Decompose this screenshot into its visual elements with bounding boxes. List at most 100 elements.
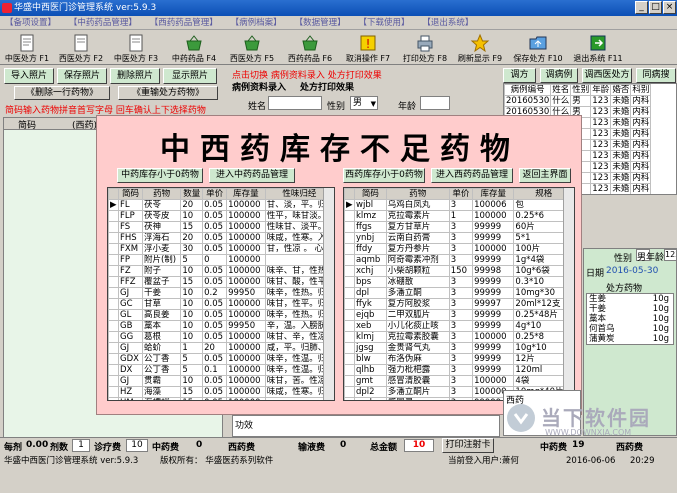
table-cell[interactable]: 0.05: [202, 309, 228, 321]
table-cell[interactable]: 100000: [226, 386, 266, 398]
west-drug-row[interactable]: klmz 克拉霉素片 1 100000 0.25*6: [344, 210, 574, 222]
west-drug-row[interactable]: klmj 克拉霉素胶囊 3 100000 0.25*8: [344, 331, 574, 343]
menu-chinese-drug[interactable]: 【中药药品管理】: [64, 16, 142, 30]
table-cell[interactable]: 100000: [226, 331, 266, 343]
menu-cases[interactable]: 【病例档案】: [226, 16, 287, 30]
table-cell[interactable]: GG: [118, 331, 143, 343]
table-cell[interactable]: 0.05: [202, 265, 228, 277]
tcm-drug-row[interactable]: GDX 公丁香 5 0.05 100000 味辛，性温。归: [108, 353, 334, 365]
table-cell[interactable]: 20: [180, 199, 204, 211]
table-cell[interactable]: 99999: [472, 353, 515, 365]
col-drug[interactable]: 药物: [385, 188, 450, 200]
table-cell[interactable]: 3: [448, 276, 474, 288]
table-cell[interactable]: 20: [180, 232, 204, 244]
table-cell[interactable]: 感冒清胶囊: [385, 375, 450, 387]
tcm-low-stock-grid[interactable]: 简码 药物 数量 单价 库存量 性味归经 ▶ FL 茯苓 20 0.05 100000 甘、…: [107, 187, 335, 401]
table-cell[interactable]: 内科: [630, 128, 652, 140]
table-cell[interactable]: 5: [180, 353, 204, 365]
table-cell[interactable]: 1: [448, 210, 474, 222]
col-married[interactable]: 婚否: [610, 84, 632, 96]
table-cell[interactable]: 未婚: [610, 117, 632, 129]
table-cell[interactable]: 内科: [630, 161, 652, 173]
table-cell[interactable]: 3: [448, 397, 474, 400]
table-cell[interactable]: bps: [354, 276, 387, 288]
tcm-low-stock-button[interactable]: 中药库存小于0药物: [117, 168, 203, 183]
table-cell[interactable]: 15: [180, 221, 204, 233]
table-cell[interactable]: klmj: [354, 331, 387, 343]
west-drug-row[interactable]: ejqb 二甲双胍片 3 99999 0.25*48片: [344, 309, 574, 321]
table-cell[interactable]: 海藻: [141, 386, 182, 398]
table-cell[interactable]: 内科: [630, 172, 652, 184]
table-cell[interactable]: 3: [448, 287, 474, 299]
west-drug-row[interactable]: qlhb 强力枇杷露 3 99999 120ml: [344, 364, 574, 376]
table-cell[interactable]: GJ: [118, 342, 143, 354]
col-stock[interactable]: 库存量: [226, 188, 266, 200]
col-price[interactable]: 单价: [202, 188, 228, 200]
table-cell[interactable]: 什么: [550, 95, 572, 107]
table-cell[interactable]: 3: [448, 232, 474, 244]
table-cell[interactable]: ffgs: [354, 221, 387, 233]
table-cell[interactable]: 100000: [226, 221, 266, 233]
table-cell[interactable]: 100000: [226, 232, 266, 244]
col-drug[interactable]: 药物: [141, 188, 182, 200]
table-cell[interactable]: 0.05: [202, 276, 228, 288]
table-cell[interactable]: xchj: [354, 265, 387, 277]
table-cell[interactable]: 茯苓皮: [141, 210, 182, 222]
table-cell[interactable]: 3: [448, 364, 474, 376]
table-cell[interactable]: 0.05: [202, 221, 228, 233]
table-cell[interactable]: 贯霸: [141, 375, 182, 387]
table-cell[interactable]: 3: [448, 386, 474, 398]
tcm-drug-row[interactable]: GL 高良姜 10 0.05 100000 味辛，性热。归: [108, 309, 334, 321]
table-cell[interactable]: 0.1: [202, 364, 228, 376]
rx-item[interactable]: 干姜 10g: [587, 304, 673, 314]
table-cell[interactable]: 未婚: [610, 183, 632, 194]
table-cell[interactable]: 123: [590, 161, 612, 173]
close-button[interactable]: ×: [663, 1, 676, 14]
table-cell[interactable]: gml: [354, 397, 387, 400]
tool-western-rx[interactable]: 西医处方 F2: [56, 31, 106, 65]
scrollbar[interactable]: [323, 188, 334, 400]
west-drug-row[interactable]: ffyk 复方阿胶浆 3 99997 20ml*12支: [344, 298, 574, 310]
table-cell[interactable]: 未婚: [610, 106, 632, 118]
tcm-drug-row[interactable]: FS 茯神 15 0.05 100000 性味甘、淡平。: [108, 221, 334, 233]
tcm-drug-row[interactable]: HM海螵蛸150.05100000: [108, 397, 334, 400]
table-cell[interactable]: 123: [590, 95, 612, 107]
table-cell[interactable]: xeb: [354, 320, 387, 332]
table-cell[interactable]: 100000: [226, 364, 266, 376]
tool-western-rx-2[interactable]: 西医处方 F5: [226, 31, 278, 65]
table-cell[interactable]: 10: [180, 210, 204, 222]
tool-exit[interactable]: 退出系统 F11: [570, 31, 626, 65]
rx-item[interactable]: 生姜 10g: [587, 294, 673, 304]
table-cell[interactable]: jgsg: [354, 342, 387, 354]
table-cell[interactable]: 100006: [472, 199, 515, 211]
table-cell[interactable]: 内科: [630, 106, 652, 118]
table-cell[interactable]: 复方阿胶浆: [385, 298, 450, 310]
table-cell[interactable]: 茯神: [141, 221, 182, 233]
table-cell[interactable]: 99999: [472, 221, 515, 233]
table-cell[interactable]: FLP: [118, 210, 143, 222]
table-cell[interactable]: 公丁香: [141, 353, 182, 365]
west-manage-button[interactable]: 进入西药药品管理: [431, 168, 513, 183]
table-cell[interactable]: 海螵蛸: [141, 397, 182, 400]
table-cell[interactable]: 3: [448, 320, 474, 332]
scrollbar[interactable]: [563, 188, 574, 400]
tool-cancel[interactable]: ! 取消操作 F7: [340, 31, 396, 65]
table-cell[interactable]: 10: [180, 265, 204, 277]
west-drug-row[interactable]: ffgs 复方甘草片 3 99999 60片: [344, 221, 574, 233]
west-drug-row[interactable]: ynbj 云南白药膏 3 99999 5*1: [344, 232, 574, 244]
tcm-drug-row[interactable]: FLP 茯苓皮 10 0.05 100000 性平，味甘淡。: [108, 210, 334, 222]
table-cell[interactable]: blw: [354, 353, 387, 365]
table-cell[interactable]: 附子: [141, 265, 182, 277]
efficacy-box[interactable]: 功效: [232, 415, 500, 437]
table-cell[interactable]: 123: [590, 172, 612, 184]
tab-retrieve-case[interactable]: 调病例: [540, 68, 578, 83]
delete-photo-button[interactable]: 删除照片: [110, 68, 160, 84]
table-cell[interactable]: GDX: [118, 353, 143, 365]
menu-settings[interactable]: 【备项设置】: [0, 16, 61, 30]
west-drug-row[interactable]: dpl 多潘立酮 3 99999 10mg*30: [344, 287, 574, 299]
table-cell[interactable]: FFZ: [118, 276, 143, 288]
table-cell[interactable]: 小儿化痰止咳: [385, 320, 450, 332]
rx-item[interactable]: 藁本 10g: [587, 314, 673, 324]
table-cell[interactable]: 云南白药膏: [385, 232, 450, 244]
tcm-drug-row[interactable]: FHS 浮海石 20 0.05 100000 味咸，性寒。入: [108, 232, 334, 244]
